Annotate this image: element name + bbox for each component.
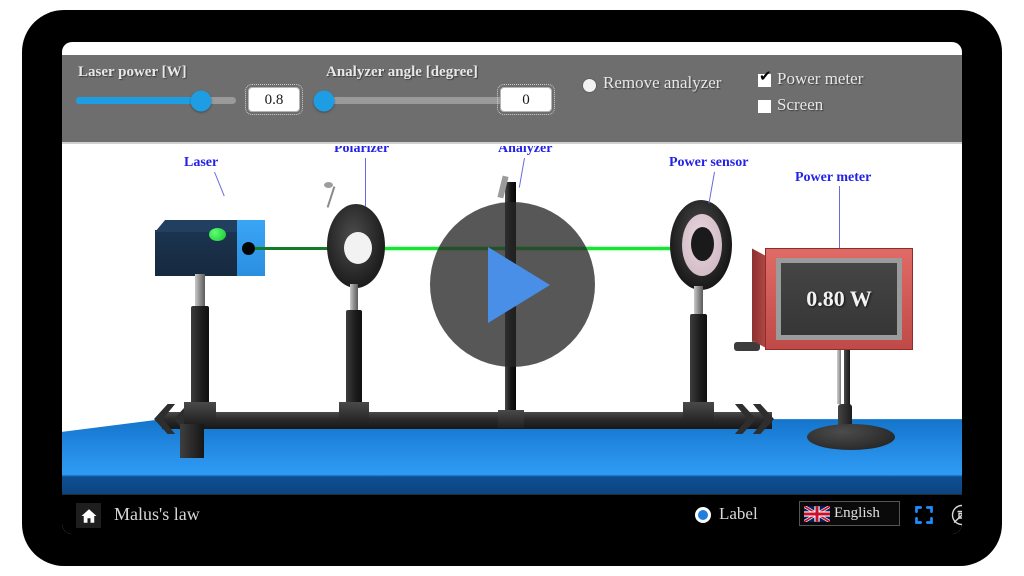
check-icon: ✔ [759, 67, 772, 85]
callout-leader-power-sensor [708, 171, 715, 204]
screen-checkbox-label[interactable]: Screen [777, 95, 823, 115]
polarizer-knob [324, 182, 333, 188]
uk-flag-icon [804, 505, 830, 522]
callout-leader-analyzer [518, 157, 525, 188]
fullscreen-icon[interactable] [914, 505, 934, 525]
callout-leader-power-meter [839, 186, 840, 248]
radio-dot-icon[interactable] [583, 79, 596, 92]
polarizer-aperture [344, 232, 372, 264]
callout-power-meter: Power meter [795, 170, 872, 185]
power-sensor-detector [691, 227, 714, 261]
analyzer-post-base [498, 410, 524, 428]
power-sensor-post-base [683, 402, 714, 424]
callout-leader-laser [214, 171, 225, 197]
power-meter-checkbox[interactable]: ✔ [758, 69, 772, 87]
laser-post-base [184, 402, 216, 424]
laser-post [191, 306, 209, 416]
laser-power-label: Laser power [W] [78, 64, 187, 80]
home-icon[interactable] [76, 503, 101, 528]
analyzer-angle-slider-knob[interactable] [313, 90, 335, 111]
play-button[interactable] [430, 202, 595, 367]
laser-power-value-input[interactable]: 0.8 [245, 84, 303, 115]
callout-polarizer: Polarizer [334, 146, 390, 156]
polarizer-post [346, 310, 362, 416]
language-label: English [834, 505, 880, 521]
callout-power-sensor: Power sensor [669, 155, 749, 170]
laser-indicator-led [209, 228, 226, 241]
power-meter-screen: 0.80 W [781, 263, 897, 335]
polarizer-knob-stem [326, 186, 336, 208]
no-watermark-icon[interactable] [950, 503, 962, 527]
power-meter-stand-foot [807, 424, 895, 450]
app-title: Malus's law [114, 504, 200, 524]
screen-checkbox[interactable] [758, 100, 771, 113]
bottom-toolbar: Malus's law Label English [62, 494, 962, 534]
laser-aperture [242, 242, 255, 255]
power-meter-side [752, 248, 766, 348]
analyzer-angle-label: Analyzer angle [degree] [326, 64, 478, 80]
polarizer-post-base [339, 402, 369, 424]
laser-power-slider-fill [76, 97, 201, 104]
tablet-screen: Laser power [W] 0.8 Analyzer angle [degr… [62, 42, 962, 534]
label-toggle-radio[interactable] [695, 507, 711, 523]
laser-power-slider[interactable] [76, 90, 236, 111]
play-triangle-icon [488, 247, 550, 323]
laser-post-rod [195, 274, 205, 310]
power-meter-bezel: 0.80 W [776, 258, 902, 340]
tablet-bezel: Laser power [W] 0.8 Analyzer angle [degr… [22, 10, 1002, 566]
power-meter-stand-rod-light [837, 350, 841, 404]
power-meter-checkbox-label[interactable]: Power meter [777, 69, 863, 89]
callout-leader-polarizer [365, 158, 366, 206]
laser-clamp-foot [180, 424, 204, 458]
simulation-scene[interactable]: 0.80 W Laser Polarizer Analyzer Power se… [62, 146, 962, 494]
sensor-cable-plug [734, 342, 760, 351]
laser-beam-segment-1 [255, 247, 332, 250]
power-meter-stand-rod-dark [844, 350, 850, 406]
analyzer-angle-value-input[interactable]: 0 [497, 84, 555, 115]
language-selector[interactable]: English [799, 501, 900, 526]
power-sensor-post [690, 314, 707, 416]
remove-analyzer-label[interactable]: Remove analyzer [603, 73, 721, 93]
laser-power-slider-knob[interactable] [190, 90, 212, 111]
sensor-cable [717, 288, 755, 350]
optical-rail [162, 412, 772, 429]
callout-analyzer: Analyzer [498, 146, 553, 156]
callout-laser: Laser [184, 155, 219, 170]
simulation-toolbar: Laser power [W] 0.8 Analyzer angle [degr… [62, 55, 962, 144]
power-meter-readout: 0.80 W [806, 286, 872, 311]
analyzer-angle-slider[interactable] [313, 90, 504, 111]
label-toggle-text[interactable]: Label [719, 504, 758, 524]
